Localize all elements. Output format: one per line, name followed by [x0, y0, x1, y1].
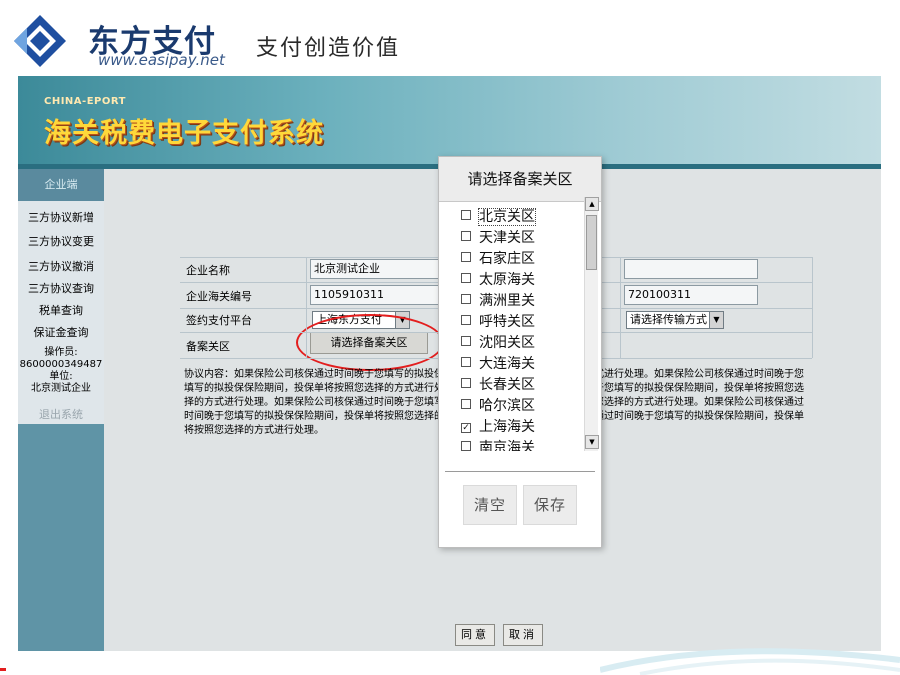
filing-area-label: 备案关区 — [186, 340, 230, 353]
checkbox-icon[interactable] — [461, 294, 471, 304]
option-label: 沈阳关区 — [479, 335, 535, 351]
customs-code-label: 企业海关编号 — [186, 290, 252, 303]
checkbox-icon[interactable] — [461, 378, 471, 388]
option-label: 石家庄区 — [479, 251, 535, 267]
nav-item-agreement-add[interactable]: 三方协议新增 — [18, 209, 104, 225]
nav-footer-panel — [18, 424, 104, 651]
customs-code-field[interactable]: 1105910311 — [310, 285, 440, 305]
col-line — [812, 257, 813, 358]
checkbox-icon[interactable] — [461, 441, 471, 451]
company-name-field[interactable]: 北京测试企业 — [310, 259, 440, 279]
unit-name: 北京测试企业 — [31, 383, 91, 394]
nav-item-deposit-query[interactable]: 保证金查询 — [18, 324, 104, 340]
chevron-down-icon: ▼ — [709, 312, 723, 328]
checkbox-icon[interactable] — [461, 399, 471, 409]
option-tianjin[interactable]: 天津关区 — [461, 228, 535, 248]
highlight-ellipse — [296, 314, 444, 371]
unit-label: 单位: — [49, 371, 73, 382]
agree-button[interactable]: 同意 — [455, 624, 495, 646]
checkbox-icon[interactable] — [461, 231, 471, 241]
popup-scrollbar[interactable]: ▲ ▼ — [584, 197, 599, 451]
popup-option-list[interactable]: 北京关区 天津关区 石家庄区 太原海关 满洲里关 呼特关区 沈阳关区 大连海关 … — [439, 203, 601, 451]
checkbox-checked-icon[interactable]: ✓ — [461, 423, 471, 433]
nav-item-agreement-query[interactable]: 三方协议查询 — [18, 280, 104, 296]
clear-button[interactable]: 清空 — [463, 485, 517, 525]
checkbox-icon[interactable] — [461, 336, 471, 346]
decorative-swirl-icon — [600, 648, 900, 675]
option-label: 北京关区 — [478, 208, 536, 226]
brand-url: www.easipay.net — [98, 51, 225, 69]
save-button[interactable]: 保存 — [523, 485, 577, 525]
option-manzhouli[interactable]: 满洲里关 — [461, 291, 535, 311]
option-shijiazhuang[interactable]: 石家庄区 — [461, 249, 535, 269]
popup-title: 请选择备案关区 — [439, 157, 601, 202]
option-shenyang[interactable]: 沈阳关区 — [461, 333, 535, 353]
system-banner: CHINA-EPORT 海关税费电子支付系统 — [18, 76, 881, 164]
option-label: 天津关区 — [479, 230, 535, 246]
right-code-field[interactable]: 720100311 — [624, 285, 758, 305]
option-label: 南京海关 — [479, 440, 535, 451]
company-name-label: 企业名称 — [186, 264, 230, 277]
brand-slogan: 支付创造价值 — [256, 36, 401, 61]
option-taiyuan[interactable]: 太原海关 — [461, 270, 535, 290]
option-shanghai[interactable]: ✓ 上海海关 — [461, 417, 535, 437]
slide-red-mark — [0, 668, 6, 671]
checkbox-icon[interactable] — [461, 210, 471, 220]
banner-en-label: CHINA-EPORT — [44, 96, 126, 107]
option-hohhot[interactable]: 呼特关区 — [461, 312, 535, 332]
scroll-up-icon[interactable]: ▲ — [585, 197, 599, 211]
operator-label: 操作员: — [44, 347, 78, 358]
cancel-button[interactable]: 取消 — [503, 624, 543, 646]
operator-id: 8600000349487 — [19, 359, 103, 370]
option-label: 大连海关 — [479, 356, 535, 372]
checkbox-icon[interactable] — [461, 273, 471, 283]
scroll-thumb[interactable] — [586, 215, 597, 270]
scroll-down-icon[interactable]: ▼ — [585, 435, 599, 449]
right-name-field[interactable] — [624, 259, 758, 279]
banner-title: 海关税费电子支付系统 — [44, 118, 324, 149]
filing-area-popup: 请选择备案关区 北京关区 天津关区 石家庄区 太原海关 满洲里关 呼特关区 沈阳… — [438, 156, 602, 548]
popup-divider — [445, 471, 595, 472]
nav-head-enterprise[interactable]: 企业端 — [18, 169, 104, 201]
option-beijing[interactable]: 北京关区 — [461, 207, 536, 227]
option-nanjing[interactable]: 南京海关 — [461, 438, 535, 451]
transfer-mode-select-value: 请选择传输方式 — [630, 313, 707, 326]
nav-item-tax-query[interactable]: 税单查询 — [18, 302, 104, 318]
option-label: 满洲里关 — [479, 293, 535, 309]
option-label: 长春关区 — [479, 377, 535, 393]
col-line — [620, 257, 621, 358]
option-harbin[interactable]: 哈尔滨区 — [461, 396, 535, 416]
logout-link[interactable]: 退出系统 — [18, 406, 104, 422]
option-label: 太原海关 — [479, 272, 535, 288]
checkbox-icon[interactable] — [461, 252, 471, 262]
left-nav: 企业端 三方协议新增 三方协议变更 三方协议撤消 三方协议查询 税单查询 保证金… — [18, 169, 104, 651]
transfer-mode-select[interactable]: 请选择传输方式 ▼ — [626, 311, 724, 329]
nav-item-agreement-change[interactable]: 三方协议变更 — [18, 233, 104, 249]
option-label: 上海海关 — [479, 419, 535, 435]
option-label: 呼特关区 — [479, 314, 535, 330]
nav-item-agreement-revoke[interactable]: 三方协议撤消 — [18, 258, 104, 274]
checkbox-icon[interactable] — [461, 357, 471, 367]
option-label: 哈尔滨区 — [479, 398, 535, 414]
option-changchun[interactable]: 长春关区 — [461, 375, 535, 395]
col-line — [306, 257, 307, 358]
platform-label: 签约支付平台 — [186, 314, 252, 327]
operator-info: 操作员: 8600000349487 单位: 北京测试企业 — [18, 347, 104, 395]
checkbox-icon[interactable] — [461, 315, 471, 325]
option-dalian[interactable]: 大连海关 — [461, 354, 535, 374]
easipay-logo-icon — [14, 15, 66, 67]
